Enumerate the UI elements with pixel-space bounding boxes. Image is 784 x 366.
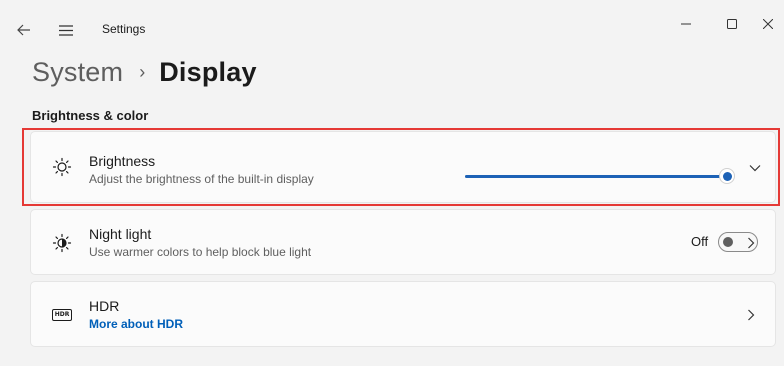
minimize-button[interactable] — [664, 8, 708, 40]
settings-window: Settings System › Display Brightness & c… — [0, 0, 784, 366]
close-icon — [763, 19, 773, 29]
night-light-card[interactable]: Night light Use warmer colors to help bl… — [30, 209, 776, 275]
minimize-icon — [681, 23, 691, 25]
window-title: Settings — [102, 22, 146, 36]
breadcrumb: System › Display — [32, 52, 257, 92]
night-light-subtitle: Use warmer colors to help block blue lig… — [89, 245, 312, 259]
section-title: Brightness & color — [32, 108, 149, 123]
hdr-title: HDR — [89, 298, 120, 314]
more-about-hdr-link[interactable]: More about HDR — [89, 317, 183, 331]
night-light-state: Off — [691, 234, 709, 249]
close-button[interactable] — [746, 8, 784, 40]
chevron-down-icon[interactable] — [747, 160, 763, 176]
brightness-slider[interactable] — [465, 168, 735, 184]
hdr-card[interactable]: HDR HDR More about HDR — [30, 281, 776, 347]
night-light-icon — [51, 232, 73, 254]
back-arrow-icon[interactable] — [14, 20, 34, 40]
chevron-right-icon[interactable] — [743, 307, 759, 323]
slider-thumb[interactable] — [719, 168, 735, 184]
hdr-icon: HDR — [51, 304, 73, 326]
breadcrumb-system[interactable]: System — [32, 57, 123, 88]
brightness-subtitle: Adjust the brightness of the built-in di… — [89, 172, 314, 186]
breadcrumb-separator: › — [139, 61, 146, 82]
night-light-title: Night light — [89, 226, 152, 242]
brightness-title: Brightness — [89, 153, 156, 169]
brightness-card: Brightness Adjust the brightness of the … — [30, 131, 776, 203]
hamburger-menu-icon[interactable] — [56, 20, 76, 40]
page-title: Display — [159, 56, 257, 87]
toggle-knob — [723, 237, 733, 247]
sun-icon — [51, 156, 73, 178]
chevron-right-icon[interactable] — [743, 235, 759, 251]
title-bar: Settings — [0, 0, 784, 56]
maximize-icon — [727, 19, 737, 29]
slider-fill — [465, 175, 727, 178]
